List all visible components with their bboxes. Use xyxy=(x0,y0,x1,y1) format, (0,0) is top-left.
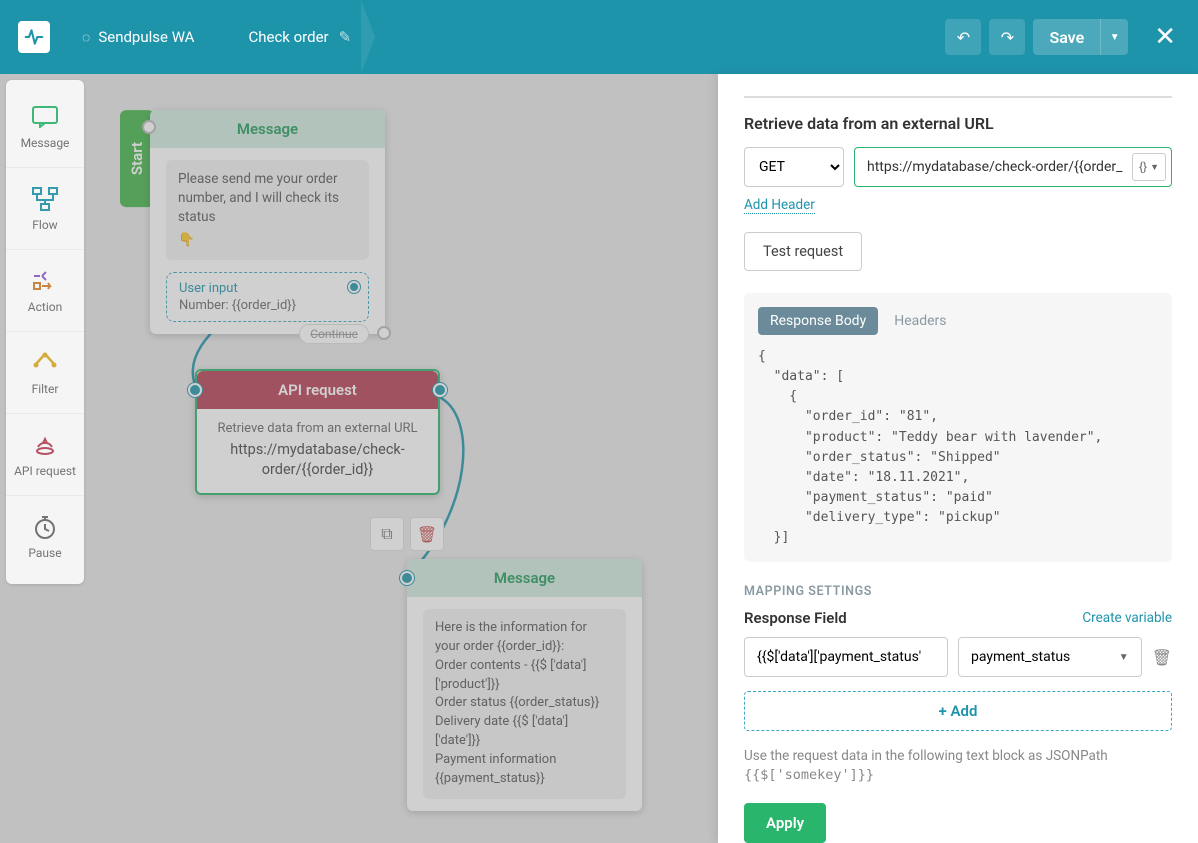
close-button[interactable]: ✕ xyxy=(1150,18,1180,56)
action-icon xyxy=(32,268,58,294)
variable-select-value: payment_status xyxy=(971,649,1070,665)
save-dropdown[interactable]: ▼ xyxy=(1100,19,1128,55)
palette-label: Flow xyxy=(32,218,57,232)
palette-label: Filter xyxy=(32,382,59,396)
palette-label: Message xyxy=(21,136,70,150)
message-icon xyxy=(32,104,58,130)
variable-select[interactable]: payment_status ▼ xyxy=(958,637,1142,677)
palette-flow[interactable]: Flow xyxy=(6,168,84,250)
palette-api[interactable]: API request xyxy=(6,414,84,496)
apply-button[interactable]: Apply xyxy=(744,803,826,843)
pulse-icon xyxy=(24,27,44,47)
add-mapping-button[interactable]: + Add xyxy=(744,691,1172,731)
breadcrumb-bot[interactable]: ◌ Sendpulse WA xyxy=(68,0,208,74)
braces-icon: {} xyxy=(1139,160,1147,174)
palette-label: Action xyxy=(28,300,62,314)
palette-label: API request xyxy=(14,464,76,478)
tab-response-body[interactable]: Response Body xyxy=(758,307,878,335)
pause-icon xyxy=(32,514,58,540)
delete-mapping-button[interactable]: 🗑 xyxy=(1152,648,1172,667)
breadcrumb: ◌ Sendpulse WA Check order ✎ xyxy=(68,0,365,74)
url-input[interactable] xyxy=(854,147,1172,187)
breadcrumb-bot-label: Sendpulse WA xyxy=(98,28,194,46)
response-json: { "data": [ { "order_id": "81", "product… xyxy=(758,347,1158,548)
undo-icon: ↶ xyxy=(957,28,970,47)
redo-icon: ↷ xyxy=(1001,28,1014,47)
trash-icon: 🗑 xyxy=(1152,648,1172,667)
settings-panel: Retrieve data from an external URL GET {… xyxy=(718,74,1198,843)
flow-icon xyxy=(32,186,58,212)
chevron-down-icon: ▼ xyxy=(1119,652,1129,663)
http-method-select[interactable]: GET xyxy=(744,147,844,187)
palette-action[interactable]: Action xyxy=(6,250,84,332)
breadcrumb-flow[interactable]: Check order ✎ xyxy=(234,0,365,74)
close-icon: ✕ xyxy=(1154,22,1176,52)
response-field-label: Response Field xyxy=(744,609,847,627)
panel-title: Retrieve data from an external URL xyxy=(744,96,1172,133)
mapping-section-label: MAPPING SETTINGS xyxy=(744,584,1172,599)
api-icon xyxy=(32,432,58,458)
jsonpath-input[interactable] xyxy=(744,637,948,677)
add-header-link[interactable]: Add Header xyxy=(744,197,815,214)
palette-message[interactable]: Message xyxy=(6,86,84,168)
insert-variable-button[interactable]: {}▼ xyxy=(1132,153,1166,181)
filter-icon xyxy=(32,350,58,376)
palette-label: Pause xyxy=(28,546,61,560)
chevron-down-icon: ▼ xyxy=(1150,162,1159,173)
redo-button[interactable]: ↷ xyxy=(989,19,1025,55)
tab-headers[interactable]: Headers xyxy=(882,307,958,335)
chevron-down-icon: ▼ xyxy=(1110,32,1120,43)
canvas-dim-overlay xyxy=(0,74,718,843)
tool-palette: Message Flow Action Filter API request P… xyxy=(6,80,84,584)
help-code: {{$['somekey']}} xyxy=(744,766,1172,785)
palette-pause[interactable]: Pause xyxy=(6,496,84,578)
app-header: ◌ Sendpulse WA Check order ✎ ↶ ↷ Save ▼ … xyxy=(0,0,1198,74)
help-text: Use the request data in the following te… xyxy=(744,747,1172,785)
whatsapp-icon: ◌ xyxy=(82,29,90,46)
test-request-button[interactable]: Test request xyxy=(744,232,862,271)
response-box: Response Body Headers { "data": [ { "ord… xyxy=(744,293,1172,562)
logo[interactable] xyxy=(18,21,50,53)
edit-icon[interactable]: ✎ xyxy=(339,28,352,46)
undo-button[interactable]: ↶ xyxy=(945,19,981,55)
save-button-group: Save ▼ xyxy=(1033,19,1128,55)
create-variable-link[interactable]: Create variable xyxy=(1082,610,1172,626)
palette-filter[interactable]: Filter xyxy=(6,332,84,414)
breadcrumb-flow-label: Check order xyxy=(248,28,328,46)
save-button[interactable]: Save xyxy=(1033,20,1100,55)
